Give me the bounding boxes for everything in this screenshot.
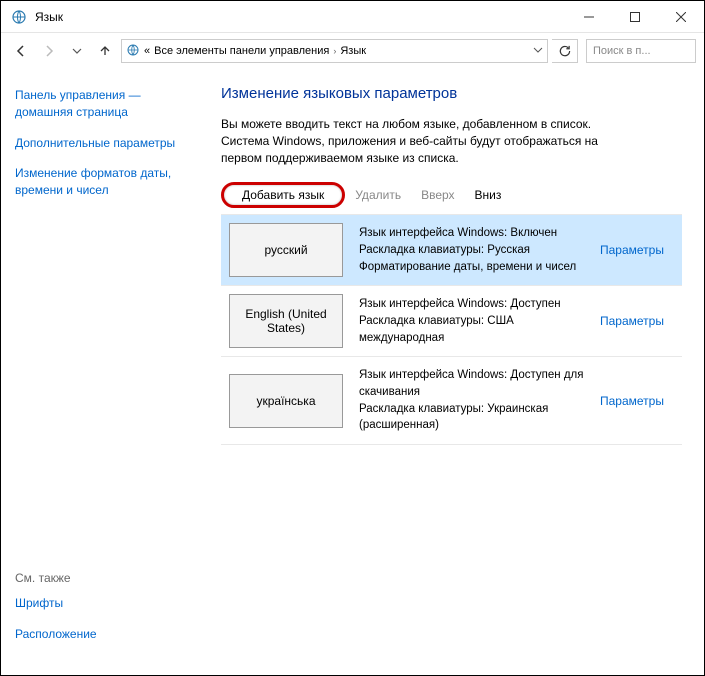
language-button[interactable]: English (United States) bbox=[229, 294, 343, 348]
language-row[interactable]: English (United States)Язык интерфейса W… bbox=[221, 285, 682, 356]
language-button[interactable]: українська bbox=[229, 374, 343, 428]
search-input[interactable]: Поиск в п... bbox=[586, 39, 696, 63]
sidebar-link-fonts[interactable]: Шрифты bbox=[15, 595, 187, 612]
see-also-label: См. также bbox=[15, 571, 187, 585]
minimize-button[interactable] bbox=[566, 1, 612, 32]
language-details: Язык интерфейса Windows: ВключенРаскладк… bbox=[351, 215, 592, 285]
sidebar-link-extra[interactable]: Дополнительные параметры bbox=[15, 135, 187, 152]
page-description: Вы можете вводить текст на любом языке, … bbox=[221, 116, 641, 166]
breadcrumb-item[interactable]: Все элементы панели управления bbox=[154, 45, 329, 57]
remove-button[interactable]: Удалить bbox=[345, 182, 411, 208]
search-placeholder: Поиск в п... bbox=[593, 45, 651, 57]
language-details: Язык интерфейса Windows: ДоступенРасклад… bbox=[351, 286, 592, 356]
sidebar: Панель управления — домашняя страница До… bbox=[1, 69, 201, 675]
breadcrumb-sep: › bbox=[333, 46, 336, 56]
window-title: Язык bbox=[35, 10, 566, 24]
sidebar-link-formats[interactable]: Изменение форматов даты, времени и чисел bbox=[15, 165, 187, 199]
language-params-link[interactable]: Параметры bbox=[600, 394, 664, 408]
toolbar: Добавить язык Удалить Вверх Вниз bbox=[221, 182, 682, 208]
move-down-button[interactable]: Вниз bbox=[465, 182, 512, 208]
breadcrumb-item[interactable]: Язык bbox=[340, 45, 366, 57]
language-button[interactable]: русский bbox=[229, 223, 343, 277]
forward-button[interactable] bbox=[37, 39, 61, 63]
sidebar-link-location[interactable]: Расположение bbox=[15, 626, 187, 643]
recent-dropdown[interactable] bbox=[65, 39, 89, 63]
titlebar: Язык bbox=[1, 1, 704, 33]
navbar: « Все элементы панели управления › Язык … bbox=[1, 33, 704, 69]
address-bar[interactable]: « Все элементы панели управления › Язык bbox=[121, 39, 548, 63]
move-up-button[interactable]: Вверх bbox=[411, 182, 464, 208]
language-list: русскийЯзык интерфейса Windows: ВключенР… bbox=[221, 214, 682, 445]
add-language-button[interactable]: Добавить язык bbox=[232, 182, 334, 208]
back-button[interactable] bbox=[9, 39, 33, 63]
maximize-button[interactable] bbox=[612, 1, 658, 32]
close-button[interactable] bbox=[658, 1, 704, 32]
language-params-link[interactable]: Параметры bbox=[600, 314, 664, 328]
window-controls bbox=[566, 1, 704, 32]
language-params-link[interactable]: Параметры bbox=[600, 243, 664, 257]
breadcrumb-prefix: « bbox=[144, 45, 150, 57]
address-dropdown[interactable] bbox=[533, 45, 543, 57]
language-row[interactable]: русскийЯзык интерфейса Windows: ВключенР… bbox=[221, 214, 682, 285]
content: Изменение языковых параметров Вы можете … bbox=[201, 69, 704, 675]
app-icon bbox=[11, 9, 27, 25]
sidebar-link-home[interactable]: Панель управления — домашняя страница bbox=[15, 87, 187, 121]
up-button[interactable] bbox=[93, 39, 117, 63]
highlight-annotation: Добавить язык bbox=[221, 182, 345, 208]
language-row[interactable]: українськаЯзык интерфейса Windows: Досту… bbox=[221, 356, 682, 445]
page-title: Изменение языковых параметров bbox=[221, 85, 682, 102]
refresh-button[interactable] bbox=[552, 39, 578, 63]
address-icon bbox=[126, 43, 140, 60]
language-details: Язык интерфейса Windows: Доступен для ск… bbox=[351, 357, 592, 444]
